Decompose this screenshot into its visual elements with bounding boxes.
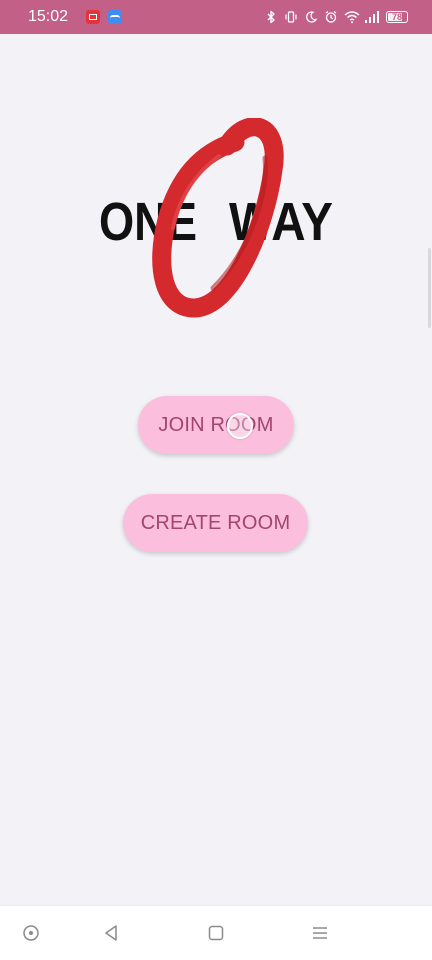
- bluetooth-icon: [264, 10, 278, 24]
- vibrate-icon: [284, 10, 298, 24]
- touch-indicator: [227, 413, 253, 439]
- blue-app-icon: [108, 10, 123, 24]
- app-logo: ONE WAY: [95, 118, 340, 318]
- navigation-bar: [0, 905, 432, 960]
- battery-level: 78: [391, 11, 402, 22]
- home-button[interactable]: [206, 923, 226, 943]
- assistant-button[interactable]: [21, 923, 41, 943]
- red-app-icon: [86, 10, 101, 24]
- do-not-disturb-icon: [304, 10, 318, 24]
- wifi-icon: [344, 10, 360, 24]
- status-left: 15:02: [28, 8, 123, 26]
- signal-icon: [364, 10, 379, 24]
- create-room-button[interactable]: CREATE ROOM: [123, 494, 308, 552]
- battery-icon: 78: [386, 11, 408, 23]
- status-time: 15:02: [28, 8, 69, 25]
- alarm-icon: [324, 10, 338, 24]
- join-room-button[interactable]: JOIN ROOM: [138, 396, 294, 454]
- menu-button[interactable]: [310, 923, 330, 943]
- status-bar: 15:02 78: [0, 0, 432, 34]
- status-right: 78: [264, 10, 408, 24]
- back-button[interactable]: [101, 923, 121, 943]
- scrollbar[interactable]: [428, 248, 431, 328]
